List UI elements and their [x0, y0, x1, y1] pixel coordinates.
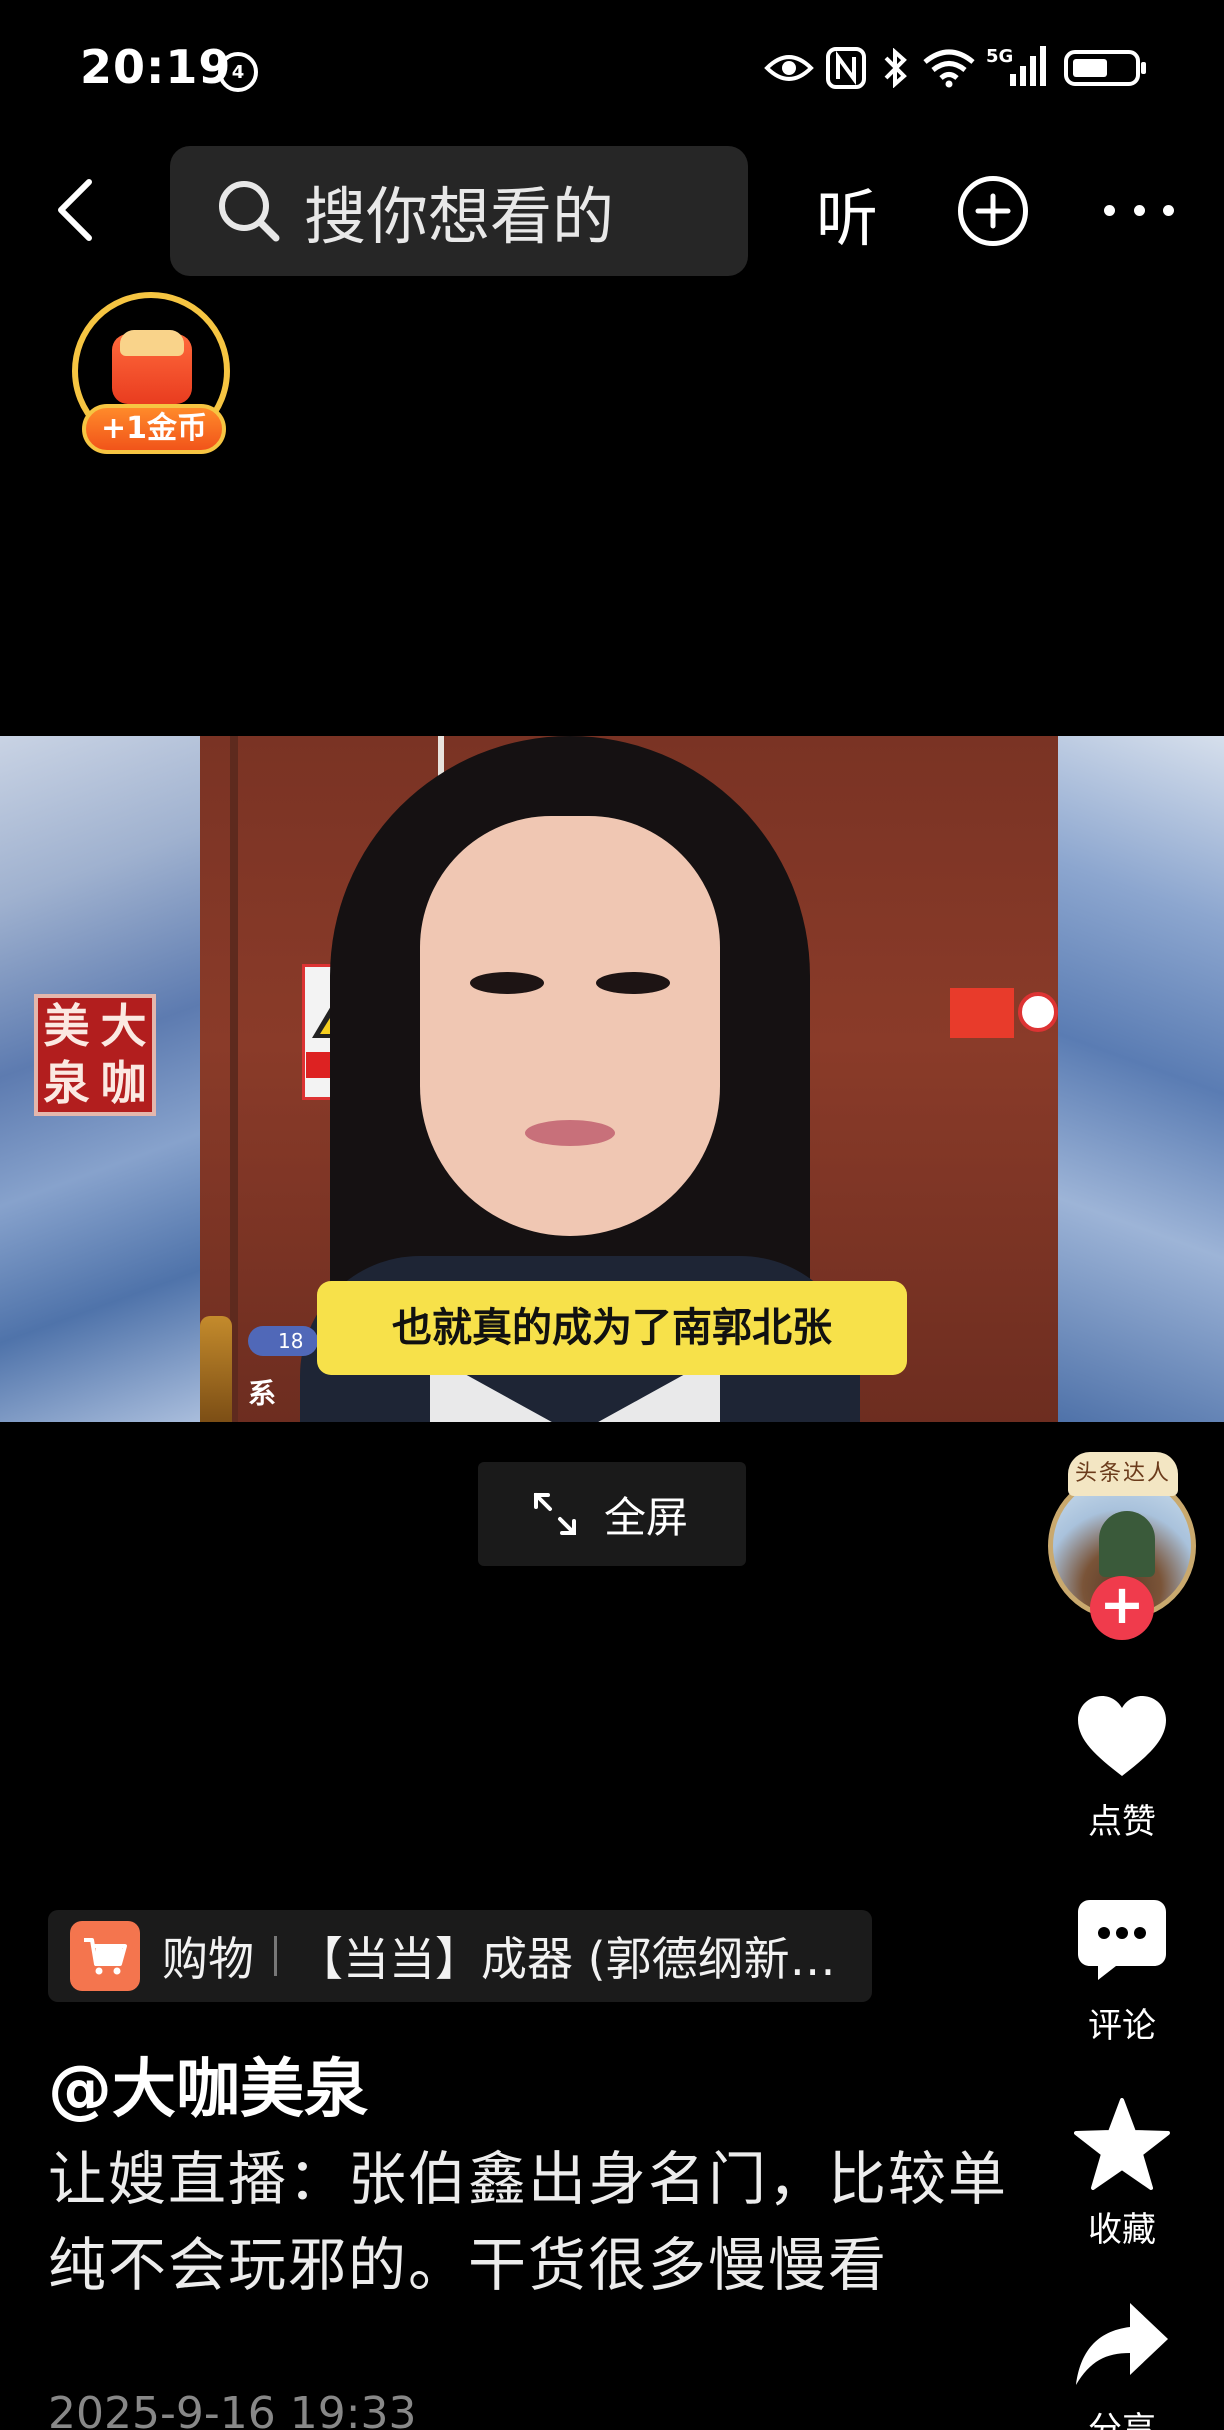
comment-button[interactable]: 评论 [1060, 1886, 1184, 2047]
stamp-char: 泉 [43, 1056, 90, 1110]
stamp-char: 咖 [100, 1056, 147, 1110]
person-face [420, 816, 720, 1236]
follow-button[interactable]: + [1090, 1576, 1154, 1640]
like-button[interactable]: 点赞 [1060, 1682, 1184, 1843]
listen-button[interactable]: 听 [816, 168, 878, 258]
coin-label: +1金币 [82, 404, 226, 454]
status-bar: 20:19 4 5G [0, 0, 1224, 140]
divider [274, 1936, 277, 1976]
notification-badge-icon: 4 [218, 52, 258, 92]
like-label: 点赞 [1088, 1802, 1156, 1842]
status-time: 20:19 [80, 40, 232, 94]
cathedral-dome [1099, 1511, 1155, 1577]
live-viewer-badge: 18 [248, 1326, 318, 1356]
dot-icon [1163, 205, 1174, 216]
post-timestamp: 2025-9-16 19:33 [48, 2388, 417, 2430]
expand-icon [534, 1493, 576, 1535]
shop-product-title: 【当当】成器 (郭德纲新… [297, 1932, 836, 1986]
back-button[interactable] [40, 170, 110, 250]
star-icon [1060, 2090, 1184, 2198]
dot-icon [1133, 205, 1145, 216]
shopping-cart-icon [70, 1921, 140, 1991]
shopping-tag[interactable]: 购物 【当当】成器 (郭德纲新… [48, 1910, 872, 2002]
share-arrow-icon [1060, 2290, 1184, 2398]
fullscreen-button[interactable]: 全屏 [478, 1462, 746, 1566]
fullscreen-label: 全屏 [604, 1492, 689, 1542]
person-eye [596, 972, 670, 994]
chevron-left-icon [58, 179, 92, 241]
dot-icon [1104, 205, 1115, 216]
channel-stamp-logo: 美 大 泉 咖 [34, 994, 156, 1116]
plus-icon [975, 193, 1011, 229]
person-lips [525, 1120, 615, 1146]
stamp-char: 大 [100, 999, 147, 1053]
wall-edge [230, 736, 238, 1422]
avatar-banner: 头条达人 [1068, 1452, 1178, 1496]
post-caption[interactable]: 让嫂直播：张伯鑫出身名门，比较单纯不会玩邪的。干货很多慢慢看 [48, 2136, 1008, 2308]
search-input[interactable]: 搜你想看的 [170, 146, 748, 276]
comment-label: 评论 [1088, 2006, 1156, 2046]
bottle [200, 1316, 232, 1422]
add-button[interactable] [958, 176, 1028, 246]
search-icon [219, 181, 280, 242]
video-player[interactable]: 美 大 泉 咖 18 系 也就真的成为了南郭北张 [0, 736, 1224, 1422]
favorite-label: 收藏 [1088, 2210, 1156, 2250]
coin-reward-widget[interactable]: +1金币 [70, 290, 238, 458]
search-placeholder: 搜你想看的 [304, 180, 615, 253]
favorite-button[interactable]: 收藏 [1060, 2090, 1184, 2251]
coins-icon [120, 330, 184, 356]
video-corner-text: 系 [248, 1377, 277, 1410]
person-eye [470, 972, 544, 994]
heart-icon [1060, 1682, 1184, 1790]
nfc-icon [826, 44, 866, 92]
wifi-icon [922, 44, 976, 92]
share-button[interactable]: 分享 [1060, 2290, 1184, 2430]
more-options-button[interactable] [1104, 205, 1174, 221]
author-name[interactable]: @大咖美泉 [48, 2038, 368, 2130]
share-label: 分享 [1088, 2410, 1156, 2430]
comment-icon [1060, 1886, 1184, 1994]
stamp-char: 美 [43, 999, 90, 1053]
battery-icon [1064, 44, 1148, 92]
wall-sign [950, 988, 1014, 1038]
no-smoking-icon [1018, 992, 1058, 1032]
cellular-signal-icon: 5G [986, 44, 1050, 92]
shop-label: 购物 [162, 1932, 254, 1986]
video-subtitle: 也就真的成为了南郭北张 [317, 1281, 907, 1375]
bluetooth-icon [880, 44, 910, 92]
eye-icon [764, 44, 814, 92]
video-blur-right [1058, 736, 1224, 1422]
